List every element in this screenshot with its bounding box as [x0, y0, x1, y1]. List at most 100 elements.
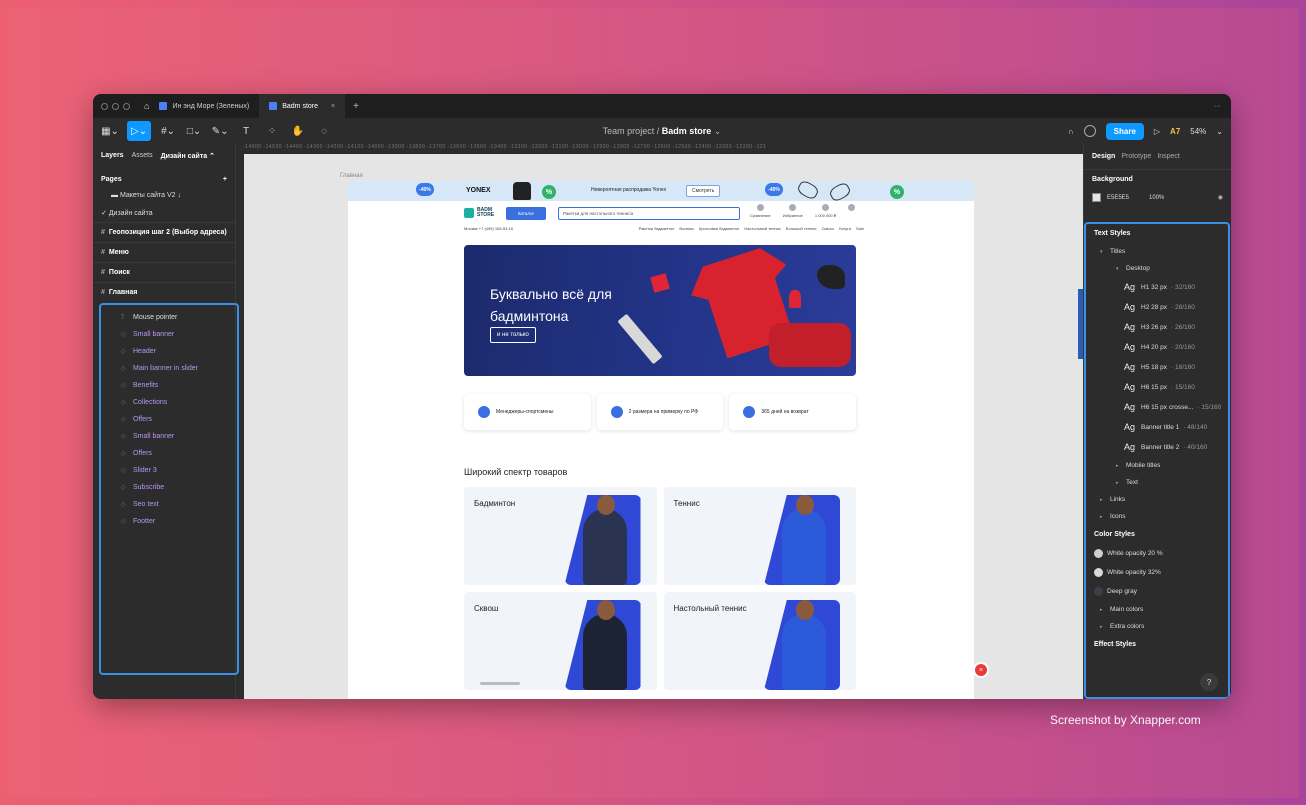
close-icon[interactable]: × [331, 103, 335, 110]
frame-item[interactable]: # Поиск [93, 262, 235, 282]
main-banner[interactable]: Буквально всё для бадминтона и не только [464, 245, 856, 376]
style-group[interactable]: ▸ Links [1086, 491, 1228, 508]
background-row[interactable]: E5E5E5 100% ◉ [1084, 189, 1231, 210]
promo-button[interactable]: Смотреть [686, 185, 721, 197]
layer-item[interactable]: ◇ Seo text [101, 496, 237, 513]
website-frame[interactable]: -40% YONEX % Невероятная распродажа Yone… [348, 181, 974, 699]
layer-item[interactable]: ◇ Benefits [101, 377, 237, 394]
background-swatch[interactable] [1092, 193, 1101, 202]
avatar[interactable] [1083, 125, 1096, 137]
shape-tool-icon[interactable]: □⌄ [185, 121, 203, 141]
text-style-item[interactable]: Ag Banner title 2 · 40/160 [1086, 437, 1228, 457]
pen-tool-icon[interactable]: ✎⌄ [211, 121, 229, 141]
location[interactable]: Москва +7 (495) 165-53-16 [464, 226, 513, 231]
scrollbar[interactable] [480, 682, 520, 685]
tab-design[interactable]: Design [1092, 153, 1115, 160]
layer-item[interactable]: ◇ Slider 3 [101, 462, 237, 479]
current-page-selector[interactable]: Дизайн сайта ⌃ [161, 152, 215, 160]
main-menu-icon[interactable]: ▦⌄ [101, 121, 119, 141]
color-style-item[interactable]: Deep gray [1086, 582, 1228, 601]
text-style-item[interactable]: Ag H3 26 px · 26/160 [1086, 317, 1228, 337]
present-icon[interactable]: ▷ [1154, 127, 1160, 136]
frame-label[interactable]: Главная [340, 173, 363, 179]
nav-link[interactable]: Услуги [839, 226, 851, 231]
nav-link[interactable]: Сквош [822, 226, 834, 231]
more-icon[interactable]: ··· [1214, 103, 1221, 110]
close-icon[interactable]: × [973, 662, 989, 678]
color-style-item[interactable]: White opacity 32% [1086, 563, 1228, 582]
eye-icon[interactable]: ◉ [1218, 194, 1223, 201]
tab-assets[interactable]: Assets [132, 152, 153, 160]
move-tool-icon[interactable]: ▷⌄ [127, 121, 152, 141]
style-group[interactable]: ▸ Main colors [1086, 601, 1228, 618]
catalog-button[interactable]: Каталог [506, 207, 546, 220]
search-input[interactable]: Ракетки для настольного тенниса [558, 207, 740, 220]
add-page-icon[interactable]: + [223, 176, 227, 183]
style-group[interactable]: ▸ Text [1086, 474, 1228, 491]
style-group[interactable]: ▸ Mobile titles [1086, 457, 1228, 474]
nav-link[interactable]: Большой теннис [786, 226, 817, 231]
frame-tool-icon[interactable]: #⌄ [159, 121, 177, 141]
tab-prototype[interactable]: Prototype [1121, 153, 1151, 160]
layer-item[interactable]: ◇ Small banner [101, 428, 237, 445]
user-initials[interactable]: A7 [1170, 127, 1180, 136]
layer-item[interactable]: ◇ Footter [101, 513, 237, 530]
layer-item[interactable]: ◇ Small banner [101, 326, 237, 343]
nav-link[interactable]: Кроссовки бадминтон [699, 226, 739, 231]
layer-item[interactable]: ◇ Collections [101, 394, 237, 411]
text-style-item[interactable]: Ag H1 32 px · 32/160 [1086, 277, 1228, 297]
category-card[interactable]: Бадминтон [464, 487, 657, 585]
hero-button[interactable]: и не только [490, 327, 536, 343]
nav-link[interactable]: Ракетки бадминтон [639, 226, 675, 231]
help-button[interactable]: ? [1200, 673, 1218, 691]
tab-inspect[interactable]: Inspect [1157, 153, 1180, 160]
text-style-item[interactable]: Ag H5 18 px · 18/160 [1086, 357, 1228, 377]
nav-link[interactable]: Настольный теннис [744, 226, 781, 231]
category-card[interactable]: Теннис [663, 487, 856, 585]
hand-tool-icon[interactable]: ✋ [289, 121, 307, 141]
design-canvas[interactable]: Главная -40% YONEX % Невероятная распрод… [244, 154, 1083, 699]
window-controls[interactable] [101, 102, 130, 110]
chevron-down-icon[interactable]: ⌄ [1216, 127, 1223, 136]
style-group[interactable]: ▸ Extra colors [1086, 618, 1228, 635]
text-style-item[interactable]: Ag H2 28 px · 28/160 [1086, 297, 1228, 317]
nav-link[interactable]: Sale [856, 226, 864, 231]
tab-file-1[interactable]: Ин энд Море (Зеленых) [149, 94, 259, 118]
new-tab-button[interactable]: + [353, 101, 359, 112]
layer-item[interactable]: ◇ Subscribe [101, 479, 237, 496]
share-button[interactable]: Share [1105, 122, 1144, 140]
color-style-item[interactable]: White opacity 20 % [1086, 544, 1228, 563]
text-style-item[interactable]: Ag H6 15 px crosse... · 15/160 [1086, 397, 1228, 417]
style-group[interactable]: ▸ Icons [1086, 508, 1228, 525]
layer-item[interactable]: ◇ Header [101, 343, 237, 360]
layer-item[interactable]: ◇ Offers [101, 445, 237, 462]
tab-layers[interactable]: Layers [101, 152, 124, 160]
zoom-level[interactable]: 54% [1190, 127, 1206, 136]
text-tool-icon[interactable]: T [237, 121, 255, 141]
category-card[interactable]: Сквош [464, 592, 657, 690]
nav-link[interactable]: Воланы [679, 226, 693, 231]
style-group[interactable]: ▾ Desktop [1086, 260, 1228, 277]
page-item[interactable]: ▬ Макеты сайта V2 ↓ [93, 187, 235, 204]
tab-file-2[interactable]: Badm store × [259, 94, 346, 118]
frame-item[interactable]: # Главная [93, 282, 235, 302]
text-style-item[interactable]: Ag H6 15 px · 15/160 [1086, 377, 1228, 397]
cart-link[interactable]: 1 000 000 ₽ [815, 204, 836, 218]
layer-item[interactable]: ◇ Main banner in slider [101, 360, 237, 377]
page-item-active[interactable]: ✓ Дизайн сайта [93, 204, 235, 222]
category-card[interactable]: Настольный теннис [663, 592, 856, 690]
layer-item[interactable]: ◇ Offers [101, 411, 237, 428]
text-style-item[interactable]: Ag Banner title 1 · 48/140 [1086, 417, 1228, 437]
frame-item[interactable]: # Геопозиция шаг 2 (Выбор адреса) [93, 222, 235, 242]
favorites-link[interactable]: Избранное [783, 204, 803, 218]
profile-link[interactable] [848, 204, 856, 218]
resources-icon[interactable]: ⁘ [263, 121, 281, 141]
headphones-icon[interactable]: ∩ [1068, 127, 1074, 136]
text-style-item[interactable]: Ag H4 20 px · 20/160 [1086, 337, 1228, 357]
compare-link[interactable]: Сравнение [750, 204, 771, 218]
comment-tool-icon[interactable]: ◌ [315, 121, 333, 141]
style-group[interactable]: ▾ Titles [1086, 243, 1228, 260]
store-logo[interactable]: BADM STORE [464, 208, 494, 218]
layer-item[interactable]: T Mouse pointer [101, 309, 237, 326]
frame-item[interactable]: # Меню [93, 242, 235, 262]
